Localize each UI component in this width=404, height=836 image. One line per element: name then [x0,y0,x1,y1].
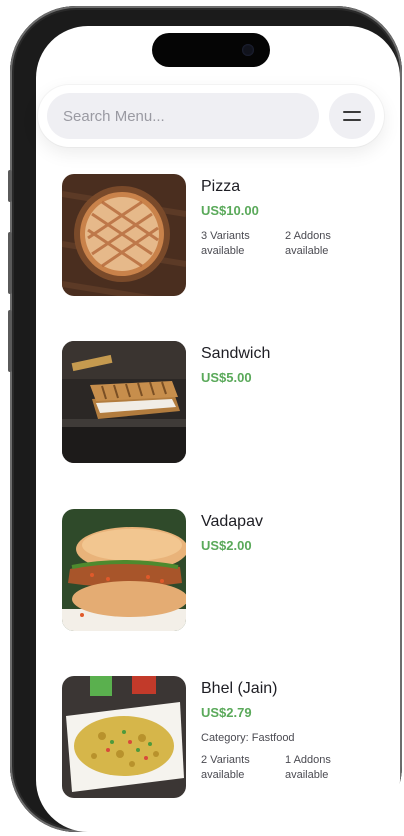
item-price: US$5.00 [201,370,252,385]
side-button [8,170,12,202]
menu-item-bhel-jain[interactable]: Bhel (Jain) US$2.79 Category: Fastfood 2… [62,676,372,800]
item-price: US$10.00 [201,203,259,218]
item-price: US$2.00 [201,538,252,553]
bhel-photo [62,676,186,798]
variants-count: 3 Variants available [201,230,250,257]
bhel-image [62,676,186,798]
sandwich-image [62,341,186,463]
menu-item-vadapav[interactable]: Vadapav US$2.00 [62,509,372,633]
variants-count: 2 Variants available [201,754,250,781]
item-name: Pizza [201,178,241,195]
dynamic-island [152,33,270,67]
item-category: Category: Fastfood [201,732,295,744]
hamburger-icon [343,119,361,121]
side-button [8,232,12,294]
pizza-photo [62,174,186,296]
side-button [8,310,12,372]
camera-icon [242,44,254,56]
menu-item-sandwich[interactable]: Sandwich US$5.00 [62,341,372,465]
vadapav-image [62,509,186,631]
item-name: Vadapav [201,513,263,530]
hamburger-icon [343,111,361,113]
item-price: US$2.79 [201,705,252,720]
item-name: Bhel (Jain) [201,680,278,697]
search-input[interactable] [47,93,319,139]
addons-count: 2 Addons available [285,230,331,257]
sandwich-photo [62,341,186,463]
menu-item-pizza[interactable]: Pizza US$10.00 3 Variants available 2 Ad… [62,174,372,298]
pizza-image [62,174,186,296]
vadapav-photo [62,509,186,631]
addons-count: 1 Addons available [285,754,331,781]
search-bar [38,85,384,147]
menu-button[interactable] [329,93,375,139]
item-name: Sandwich [201,345,271,362]
